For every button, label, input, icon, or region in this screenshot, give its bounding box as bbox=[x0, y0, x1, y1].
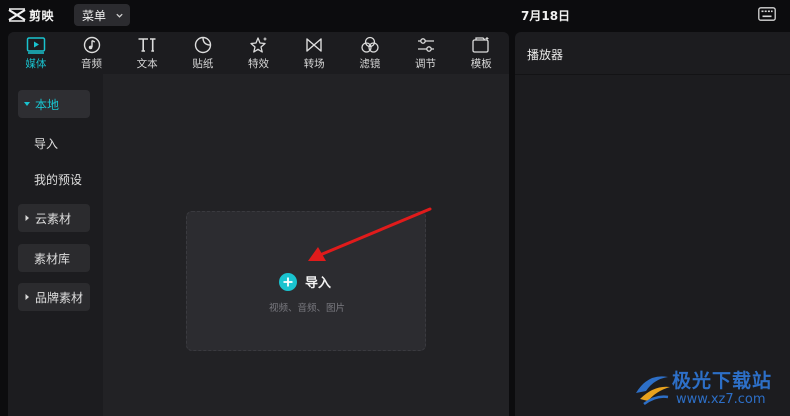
transition-icon bbox=[306, 38, 322, 52]
player-title: 播放器 bbox=[527, 48, 564, 62]
media-panel: 媒体 音频 文本 贴纸 特效 转场 滤镜 调节 模板 本地 导入 我的预设 云素… bbox=[8, 32, 509, 416]
caret-down-icon bbox=[24, 102, 30, 106]
media-icon bbox=[26, 37, 46, 54]
caret-right-icon bbox=[25, 215, 29, 221]
text-icon bbox=[138, 38, 156, 52]
import-button[interactable]: 导入 bbox=[279, 272, 331, 291]
tab-text-label: 文本 bbox=[136, 58, 158, 70]
tab-transition-label: 转场 bbox=[303, 58, 325, 70]
player-panel: 播放器 bbox=[515, 32, 790, 416]
sidebar-item-cloud[interactable]: 云素材 bbox=[18, 204, 90, 232]
sidebar-item-brand[interactable]: 品牌素材 bbox=[18, 283, 90, 311]
sidebar-item-label: 品牌素材 bbox=[35, 290, 84, 305]
tab-media-label: 媒体 bbox=[25, 58, 47, 70]
adjust-icon bbox=[417, 38, 434, 52]
project-title: 7月18日 bbox=[521, 9, 571, 23]
tab-template[interactable]: 模板 bbox=[453, 32, 509, 74]
app-name: 剪映 bbox=[29, 8, 55, 23]
keyboard-icon[interactable] bbox=[758, 7, 776, 21]
watermark: 极光下载站 www.xz7.com bbox=[632, 365, 788, 413]
tab-filter-label: 滤镜 bbox=[359, 58, 381, 70]
sidebar-item-label: 导入 bbox=[34, 136, 59, 151]
audio-icon bbox=[83, 36, 100, 54]
sidebar-item-label: 我的预设 bbox=[34, 172, 83, 187]
tab-effects-label: 特效 bbox=[248, 58, 270, 70]
filter-icon bbox=[361, 36, 379, 53]
tab-sticker[interactable]: 贴纸 bbox=[175, 32, 231, 74]
watermark-logo-icon bbox=[636, 376, 670, 406]
sidebar-item-label: 云素材 bbox=[35, 211, 72, 226]
menu-button[interactable]: 菜单 bbox=[74, 4, 130, 26]
capcut-logo-icon bbox=[8, 8, 26, 22]
sidebar-item-label: 素材库 bbox=[34, 251, 71, 266]
tab-audio-label: 音频 bbox=[81, 58, 102, 70]
sidebar-item-my-presets[interactable]: 我的预设 bbox=[18, 165, 90, 193]
import-hint: 视频、音频、图片 bbox=[268, 303, 345, 314]
tab-media[interactable]: 媒体 bbox=[8, 32, 64, 74]
feature-toolbar: 媒体 音频 文本 贴纸 特效 转场 滤镜 调节 模板 bbox=[8, 32, 509, 74]
template-icon bbox=[472, 37, 489, 53]
caret-right-icon bbox=[25, 294, 29, 300]
sticker-icon bbox=[194, 36, 212, 54]
tab-adjust-label: 调节 bbox=[415, 58, 437, 70]
watermark-url: www.xz7.com bbox=[676, 392, 766, 407]
import-drop-zone[interactable]: 导入 视频、音频、图片 bbox=[186, 211, 426, 351]
tab-template-label: 模板 bbox=[470, 58, 492, 70]
sidebar-item-library[interactable]: 素材库 bbox=[18, 244, 90, 272]
plus-circle-icon bbox=[279, 272, 297, 291]
tab-transition[interactable]: 转场 bbox=[286, 32, 342, 74]
divider bbox=[515, 74, 790, 75]
import-label: 导入 bbox=[305, 276, 332, 291]
sidebar-item-label: 本地 bbox=[35, 97, 60, 112]
sidebar-item-import[interactable]: 导入 bbox=[18, 129, 90, 157]
sidebar-item-local[interactable]: 本地 bbox=[18, 90, 90, 118]
tab-sticker-label: 贴纸 bbox=[192, 58, 214, 70]
title-bar: 剪映 菜单 7月18日 bbox=[0, 0, 790, 30]
tab-adjust[interactable]: 调节 bbox=[398, 32, 454, 74]
chevron-down-icon bbox=[116, 13, 123, 18]
menu-button-label: 菜单 bbox=[82, 8, 107, 23]
effects-icon bbox=[249, 37, 267, 53]
tab-effects[interactable]: 特效 bbox=[231, 32, 287, 74]
tab-audio[interactable]: 音频 bbox=[64, 32, 120, 74]
watermark-title: 极光下载站 bbox=[672, 370, 773, 392]
media-content-area: 导入 视频、音频、图片 bbox=[103, 74, 509, 416]
media-sidebar: 本地 导入 我的预设 云素材 素材库 品牌素材 bbox=[8, 74, 103, 416]
tab-text[interactable]: 文本 bbox=[119, 32, 175, 74]
tab-filter[interactable]: 滤镜 bbox=[342, 32, 398, 74]
app-logo: 剪映 bbox=[8, 6, 54, 24]
